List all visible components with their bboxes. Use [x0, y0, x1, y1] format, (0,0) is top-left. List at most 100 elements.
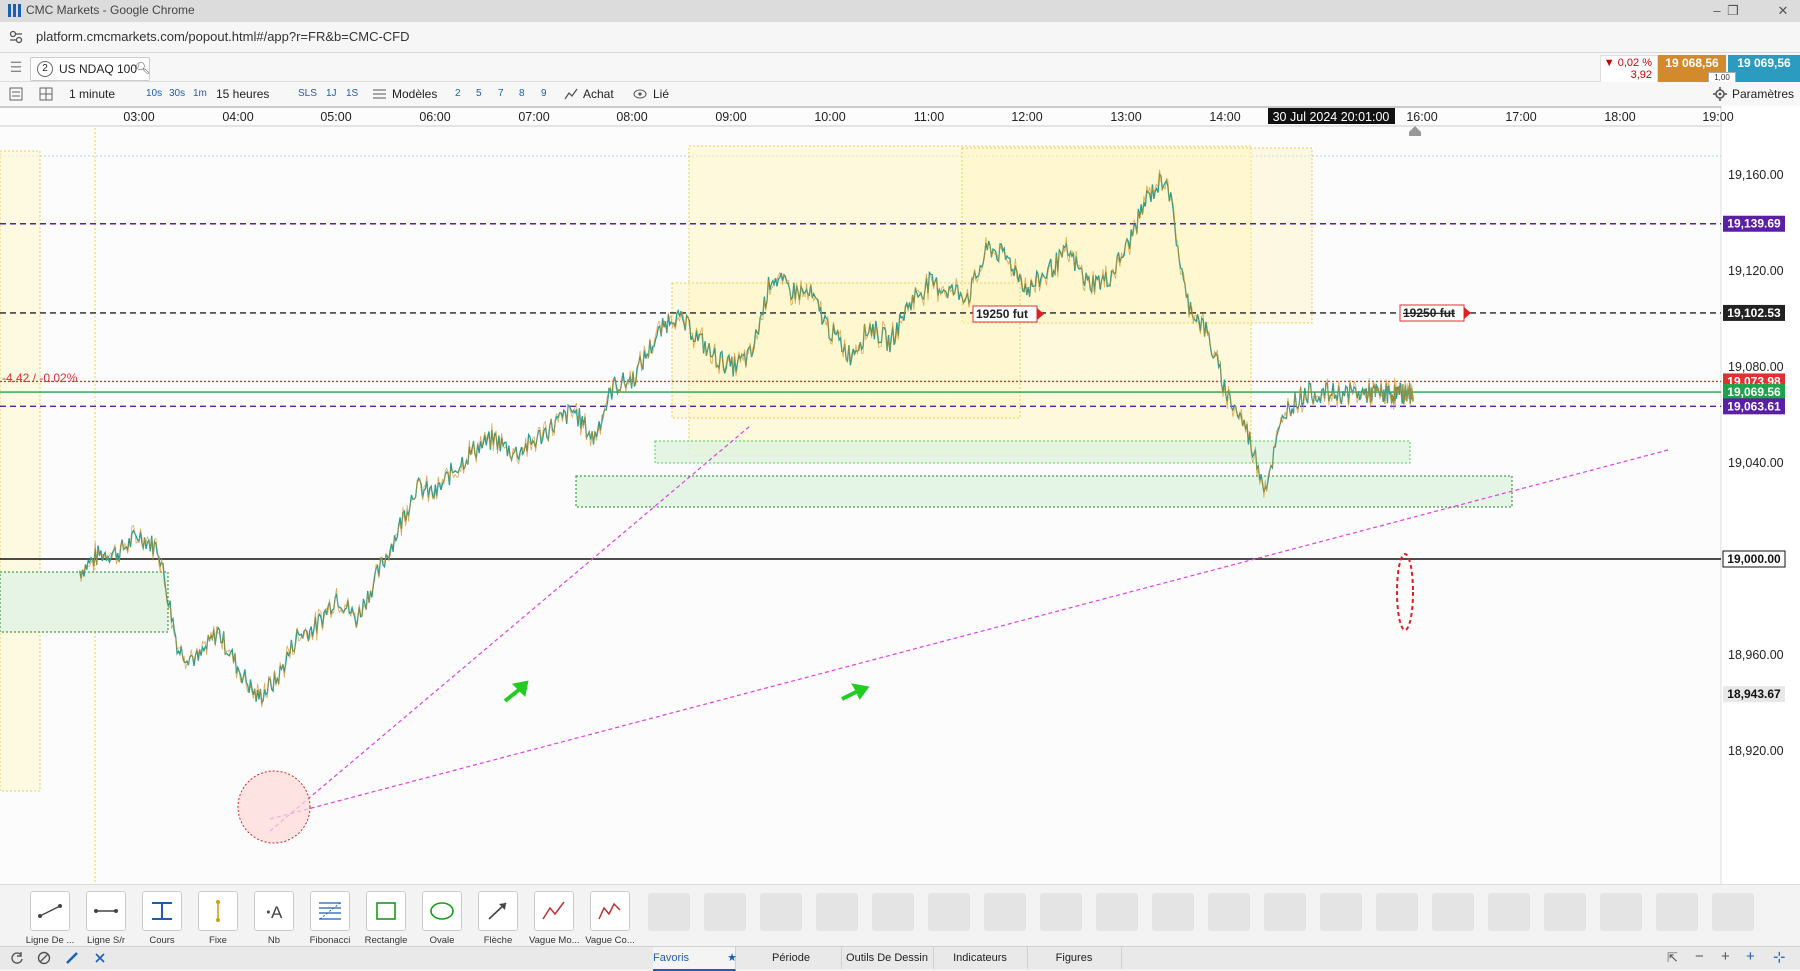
zone-green-lower[interactable]	[575, 475, 1513, 508]
empty-tool-slot[interactable]	[704, 893, 746, 931]
linked-button[interactable]: Lié	[653, 87, 669, 101]
fit-icon[interactable]: ⊹	[1773, 948, 1786, 966]
tab-figures[interactable]: Figures	[1027, 947, 1122, 969]
tab-periode[interactable]: Période	[741, 947, 842, 969]
bottom-tab-bar: Favoris ★ Période Outils De Dessin Indica…	[0, 946, 1800, 971]
zone-yellow-left[interactable]	[0, 150, 41, 792]
layout-grid-icon[interactable]	[39, 87, 53, 101]
tab-indicators[interactable]: Indicateurs	[933, 947, 1028, 969]
empty-tool-slot[interactable]	[1488, 893, 1530, 931]
tool-text[interactable]: ꞏA Nb	[249, 891, 299, 947]
range-sls[interactable]: SLS	[298, 88, 317, 99]
tool-label: Vague Co...	[585, 935, 635, 946]
rectangle-icon	[376, 902, 396, 920]
tool-sr-line[interactable]: Ligne S/r	[81, 891, 131, 947]
empty-tool-slot[interactable]	[928, 893, 970, 931]
price-tick: 18,920.00	[1728, 744, 1784, 758]
empty-tool-slot[interactable]	[648, 893, 690, 931]
range-select[interactable]: 15 heures	[216, 87, 269, 101]
note-label-19250-fut[interactable]: 19250 fut	[1403, 306, 1455, 320]
pencil-icon[interactable]	[65, 951, 79, 965]
price-chart[interactable]: 03:00 04:00 05:00 06:00 07:00 08:00 09:0…	[0, 106, 1800, 884]
buy-mode-button[interactable]: Achat	[583, 87, 614, 101]
empty-tool-slot[interactable]	[1320, 893, 1362, 931]
settings-button[interactable]: Paramètres	[1732, 87, 1794, 101]
zone-green-left[interactable]	[0, 571, 169, 633]
preset-7[interactable]: 7	[498, 88, 504, 99]
empty-tool-slot[interactable]	[1376, 893, 1418, 931]
empty-tool-slot[interactable]	[760, 893, 802, 931]
tool-wave-corrective[interactable]: Vague Co...	[585, 891, 635, 947]
empty-tool-slot[interactable]	[1096, 893, 1138, 931]
time-tick: 19:00	[1702, 110, 1733, 124]
price-tick: 19,080.00	[1728, 360, 1784, 374]
empty-tool-slot[interactable]	[1712, 893, 1754, 931]
magnet-icon[interactable]	[93, 951, 107, 965]
close-icon[interactable]: ✕	[1772, 2, 1794, 20]
expand-icon[interactable]: ⇱	[1667, 950, 1678, 966]
interval-select[interactable]: 1 minute	[69, 87, 115, 101]
templates-icon[interactable]	[373, 88, 386, 100]
note-label-19250-fut[interactable]: 19250 fut	[976, 307, 1028, 321]
tool-label: Flèche	[483, 935, 513, 946]
instrument-tab[interactable]: 2 US NDAQ 100 🔍︎	[30, 57, 150, 81]
preset-8[interactable]: 8	[519, 88, 525, 99]
empty-tool-slot[interactable]	[984, 893, 1026, 931]
empty-tool-slot[interactable]	[1432, 893, 1474, 931]
zone-yellow-mid[interactable]	[671, 282, 1021, 419]
buy-price-button[interactable]: 19 069,56	[1728, 55, 1800, 82]
chart-menu-icon[interactable]	[9, 87, 23, 101]
templates-button[interactable]: Modèles	[392, 87, 437, 101]
crosshair-time-label: 30 Jul 2024 20:01:00	[1273, 110, 1390, 124]
tool-arrow[interactable]: Flèche	[473, 891, 523, 947]
tool-wave-motive[interactable]: Vague Mo...	[529, 891, 579, 947]
zone-green-upper[interactable]	[654, 440, 1411, 464]
empty-tool-slot[interactable]	[816, 893, 858, 931]
empty-tool-slot[interactable]	[1040, 893, 1082, 931]
empty-tool-slot[interactable]	[872, 893, 914, 931]
interval-30s[interactable]: 30s	[169, 88, 185, 99]
vertical-line-icon	[216, 900, 220, 922]
range-1s[interactable]: 1S	[346, 88, 358, 99]
zoom-out-icon[interactable]: −	[1695, 948, 1704, 965]
price-chart-area[interactable]: 03:00 04:00 05:00 06:00 07:00 08:00 09:0…	[0, 106, 1800, 884]
preset-5[interactable]: 5	[476, 88, 482, 99]
site-settings-icon[interactable]	[9, 30, 23, 44]
eye-link-icon	[633, 89, 647, 99]
range-1j[interactable]: 1J	[326, 88, 337, 99]
chart-toolbar: 1 minute 10s 30s 1m 15 heures SLS 1J 1S …	[0, 82, 1800, 107]
low-highlight-circle[interactable]	[237, 770, 311, 844]
empty-tool-slot[interactable]	[1656, 893, 1698, 931]
crosshair-icon[interactable]: +	[1746, 948, 1755, 965]
preset-2[interactable]: 2	[455, 88, 461, 99]
empty-tool-slot[interactable]	[1152, 893, 1194, 931]
empty-tool-slot[interactable]	[1264, 893, 1306, 931]
empty-tool-slot[interactable]	[1600, 893, 1642, 931]
url-text[interactable]: platform.cmcmarkets.com/popout.html#/app…	[36, 29, 410, 44]
interval-1m[interactable]: 1m	[193, 88, 207, 99]
tool-trend-line[interactable]: Ligne De ...	[25, 891, 75, 947]
time-tick: 05:00	[320, 110, 351, 124]
gear-icon[interactable]	[1713, 87, 1727, 101]
time-tick: 10:00	[814, 110, 845, 124]
restore-icon[interactable]: ❐	[1722, 2, 1744, 20]
tab-favoris[interactable]: Favoris ★	[653, 947, 737, 971]
tool-price[interactable]: Cours	[137, 891, 187, 947]
tab-drawing-tools[interactable]: Outils De Dessin	[841, 947, 934, 969]
zoom-in-icon[interactable]: +	[1721, 948, 1730, 965]
cmc-app-icon	[8, 4, 21, 17]
empty-tool-slot[interactable]	[1544, 893, 1586, 931]
tool-fibonacci[interactable]: Fibonacci	[305, 891, 355, 947]
empty-tool-slot[interactable]	[1208, 893, 1250, 931]
tool-oval[interactable]: Ovale	[417, 891, 467, 947]
hide-drawings-icon[interactable]	[37, 951, 51, 965]
hamburger-menu-icon[interactable]: ☰	[6, 59, 26, 75]
tool-rectangle[interactable]: Rectangle	[361, 891, 411, 947]
buy-price: 19 069,56	[1737, 56, 1791, 70]
tool-fixed[interactable]: Fixe	[193, 891, 243, 947]
search-icon[interactable]: 🔍︎	[135, 61, 150, 75]
trade-icon	[564, 88, 578, 100]
interval-10s[interactable]: 10s	[146, 88, 162, 99]
refresh-icon[interactable]	[10, 951, 24, 965]
preset-9[interactable]: 9	[541, 88, 547, 99]
